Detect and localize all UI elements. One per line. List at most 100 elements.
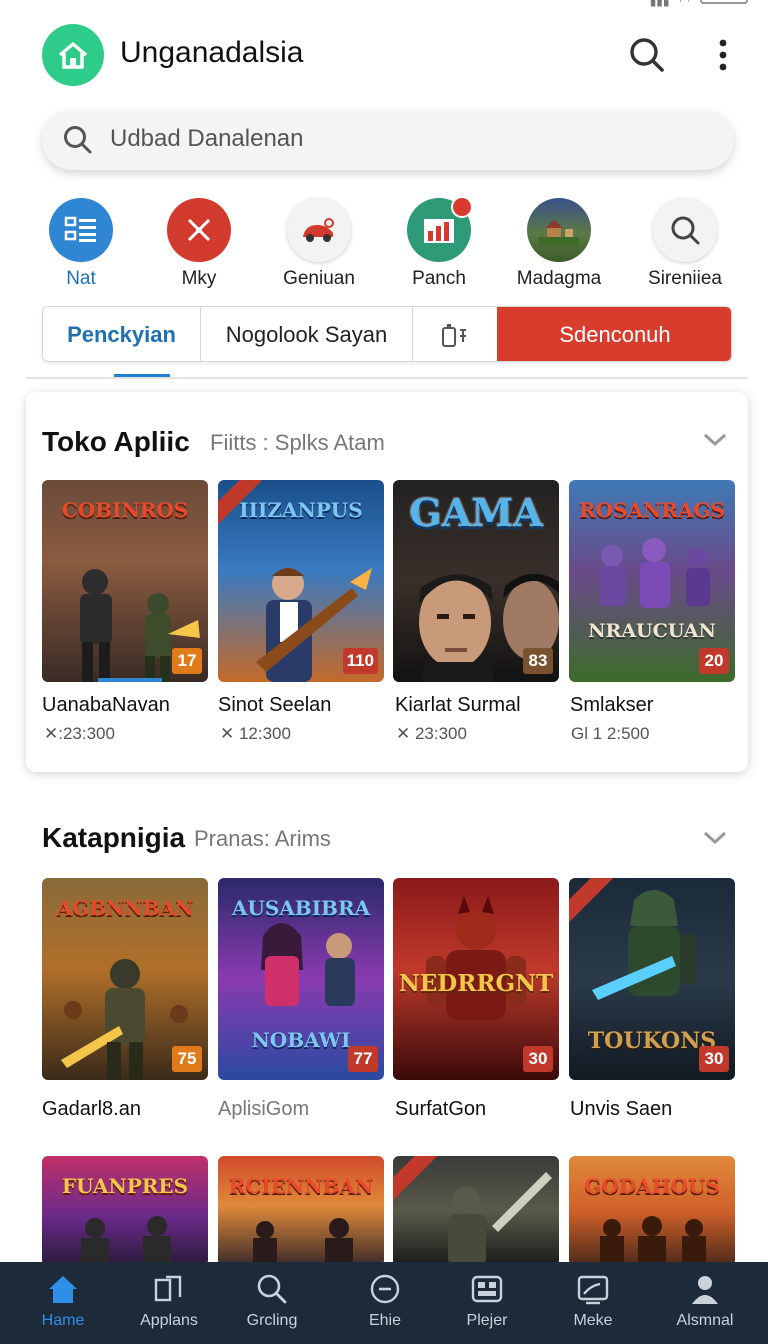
category-panch[interactable]: Panch xyxy=(374,196,504,290)
nav-label: Hame xyxy=(41,1312,85,1329)
search-placeholder: Udbad Danalenan xyxy=(110,125,304,152)
game-tile[interactable]: TOUKONS 30 xyxy=(569,878,735,1080)
nav-label: Alsmnal xyxy=(676,1312,734,1329)
game-tile[interactable]: GAMA 83 xyxy=(393,480,559,682)
tab-bar: Penckyian Nogolook Sayan Sdenconuh xyxy=(42,306,732,362)
tab-sdenconuh[interactable]: Sdenconuh xyxy=(497,307,731,361)
game-tile[interactable]: RCIENNBAN xyxy=(218,1156,384,1266)
nav-plejer[interactable]: Plejer xyxy=(432,1262,542,1344)
search-icon[interactable] xyxy=(628,36,666,74)
game-tile[interactable]: ROSANRAGS NRAUCUAN 20 xyxy=(569,480,735,682)
wifi-icon: ◠ xyxy=(679,0,690,8)
category-label: Mky xyxy=(181,268,217,289)
status-bar: ▮▮▮ ◠ xyxy=(0,0,768,16)
category-label: Panch xyxy=(412,268,466,289)
rating-badge: 77 xyxy=(348,1046,378,1072)
nav-meke[interactable]: Meke xyxy=(538,1262,648,1344)
game-name: Sinot Seelan xyxy=(218,694,332,716)
category-madagma[interactable]: Madagma xyxy=(494,198,624,290)
nav-label: Grcling xyxy=(246,1312,298,1329)
rating-badge: 30 xyxy=(699,1046,729,1072)
tab-penckyian[interactable]: Penckyian xyxy=(43,307,201,361)
game-stat: ✕ 23:300 xyxy=(396,724,467,743)
more-vert-icon[interactable] xyxy=(706,36,740,74)
chart-icon xyxy=(407,196,473,262)
game-art xyxy=(253,1218,353,1266)
category-label: Sireniiea xyxy=(648,268,722,289)
section-card-toko-apliic: Toko Apliic Fiitts : Splks Atam COBINROS… xyxy=(26,392,748,772)
nav-ehie[interactable]: Ehie xyxy=(330,1262,440,1344)
search-icon xyxy=(653,198,717,262)
game-name: Smlakser xyxy=(570,694,654,716)
game-logo-text: FUANPRES xyxy=(61,1174,189,1198)
chevron-down-icon[interactable] xyxy=(702,432,728,448)
user-icon xyxy=(692,1276,718,1304)
nav-home[interactable]: Hame xyxy=(8,1262,118,1344)
game-tile[interactable]: FUANPRES xyxy=(42,1156,208,1266)
game-tile[interactable]: NEDRRGNT 30 xyxy=(393,878,559,1080)
rating-badge: 20 xyxy=(699,648,729,674)
game-name: Gadarl8.an xyxy=(42,1098,141,1120)
section-title: Toko Apliic xyxy=(42,426,190,457)
app-title: Unganadalsia xyxy=(120,36,304,69)
battery-icon xyxy=(700,0,748,4)
game-name: UanabaNavan xyxy=(42,694,170,716)
nav-label: Plejer xyxy=(466,1312,508,1329)
game-name: SurfatGon xyxy=(395,1098,487,1120)
landscape-icon xyxy=(527,198,591,262)
divider xyxy=(26,377,748,379)
game-art xyxy=(592,890,696,1000)
circle-minus-icon xyxy=(370,1274,400,1304)
game-tile[interactable]: IIIZANPUS 110 xyxy=(218,480,384,682)
status-icons: ▮▮▮ ◠ xyxy=(650,0,748,8)
category-mky[interactable]: Mky xyxy=(134,198,264,290)
category-row: Nat Mky Geniuan Panch Madagma Sireniiea xyxy=(0,196,768,294)
game-tile[interactable]: GODAHOUS xyxy=(569,1156,735,1266)
tools-icon xyxy=(167,198,231,262)
game-tile[interactable]: AGBNNBAN 75 xyxy=(42,878,208,1080)
game-logo-text: COBINROS xyxy=(61,498,189,522)
tab-nogolook-sayan[interactable]: Nogolook Sayan xyxy=(201,307,413,361)
cast-icon xyxy=(577,1275,609,1305)
chevron-down-icon[interactable] xyxy=(702,830,728,846)
game-art xyxy=(261,923,355,1006)
game-name: Kiarlat Surmal xyxy=(395,694,521,716)
game-logo-text: IIIZANPUS xyxy=(239,498,363,522)
game-art xyxy=(448,1172,552,1266)
rating-badge: 75 xyxy=(172,1046,202,1072)
category-sireniiea[interactable]: Sireniiea xyxy=(620,198,750,290)
app-logo-home-icon[interactable] xyxy=(42,24,104,86)
app-bar: Unganadalsia xyxy=(0,22,768,88)
nav-label: Meke xyxy=(573,1312,613,1329)
device-icon xyxy=(442,324,466,347)
category-nat[interactable]: Nat xyxy=(16,198,146,290)
tab-device[interactable] xyxy=(413,307,497,361)
rating-badge: 17 xyxy=(172,648,202,674)
nav-applans[interactable]: Applans xyxy=(114,1262,224,1344)
nav-alsmnal[interactable]: Alsmnal xyxy=(650,1262,760,1344)
game-tile[interactable]: AUSABIBRA NOBAWI 77 xyxy=(218,878,384,1080)
game-name: Unvis Saen xyxy=(570,1098,673,1120)
search-icon xyxy=(257,1274,287,1304)
section-subtitle: Pranas: Arims xyxy=(194,826,331,851)
section-subtitle: Fiitts : Splks Atam xyxy=(210,430,385,455)
rating-badge: 83 xyxy=(523,648,553,674)
rating-badge: 110 xyxy=(342,648,378,674)
category-geniuan[interactable]: Geniuan xyxy=(254,198,384,290)
notification-badge xyxy=(451,196,473,218)
game-art xyxy=(81,1216,171,1266)
nav-grcling[interactable]: Grcling xyxy=(217,1262,327,1344)
game-tile[interactable]: COBINROS 17 xyxy=(42,480,208,682)
game-logo-text: RCIENNBAN xyxy=(228,1174,374,1198)
game-logo-text: AGBNNBAN xyxy=(56,896,194,920)
game-logo-text: ROSANRAGS xyxy=(579,498,725,522)
apps-icon xyxy=(154,1275,182,1302)
nav-label: Ehie xyxy=(368,1312,402,1329)
search-input[interactable]: Udbad Danalenan xyxy=(42,110,734,170)
home-icon xyxy=(49,1276,77,1303)
game-sub-logo-text: NRAUCUAN xyxy=(588,620,716,642)
game-logo-text: GAMA xyxy=(409,490,543,535)
category-label: Madagma xyxy=(516,268,602,289)
rating-badge: 30 xyxy=(523,1046,553,1072)
game-tile[interactable] xyxy=(393,1156,559,1266)
